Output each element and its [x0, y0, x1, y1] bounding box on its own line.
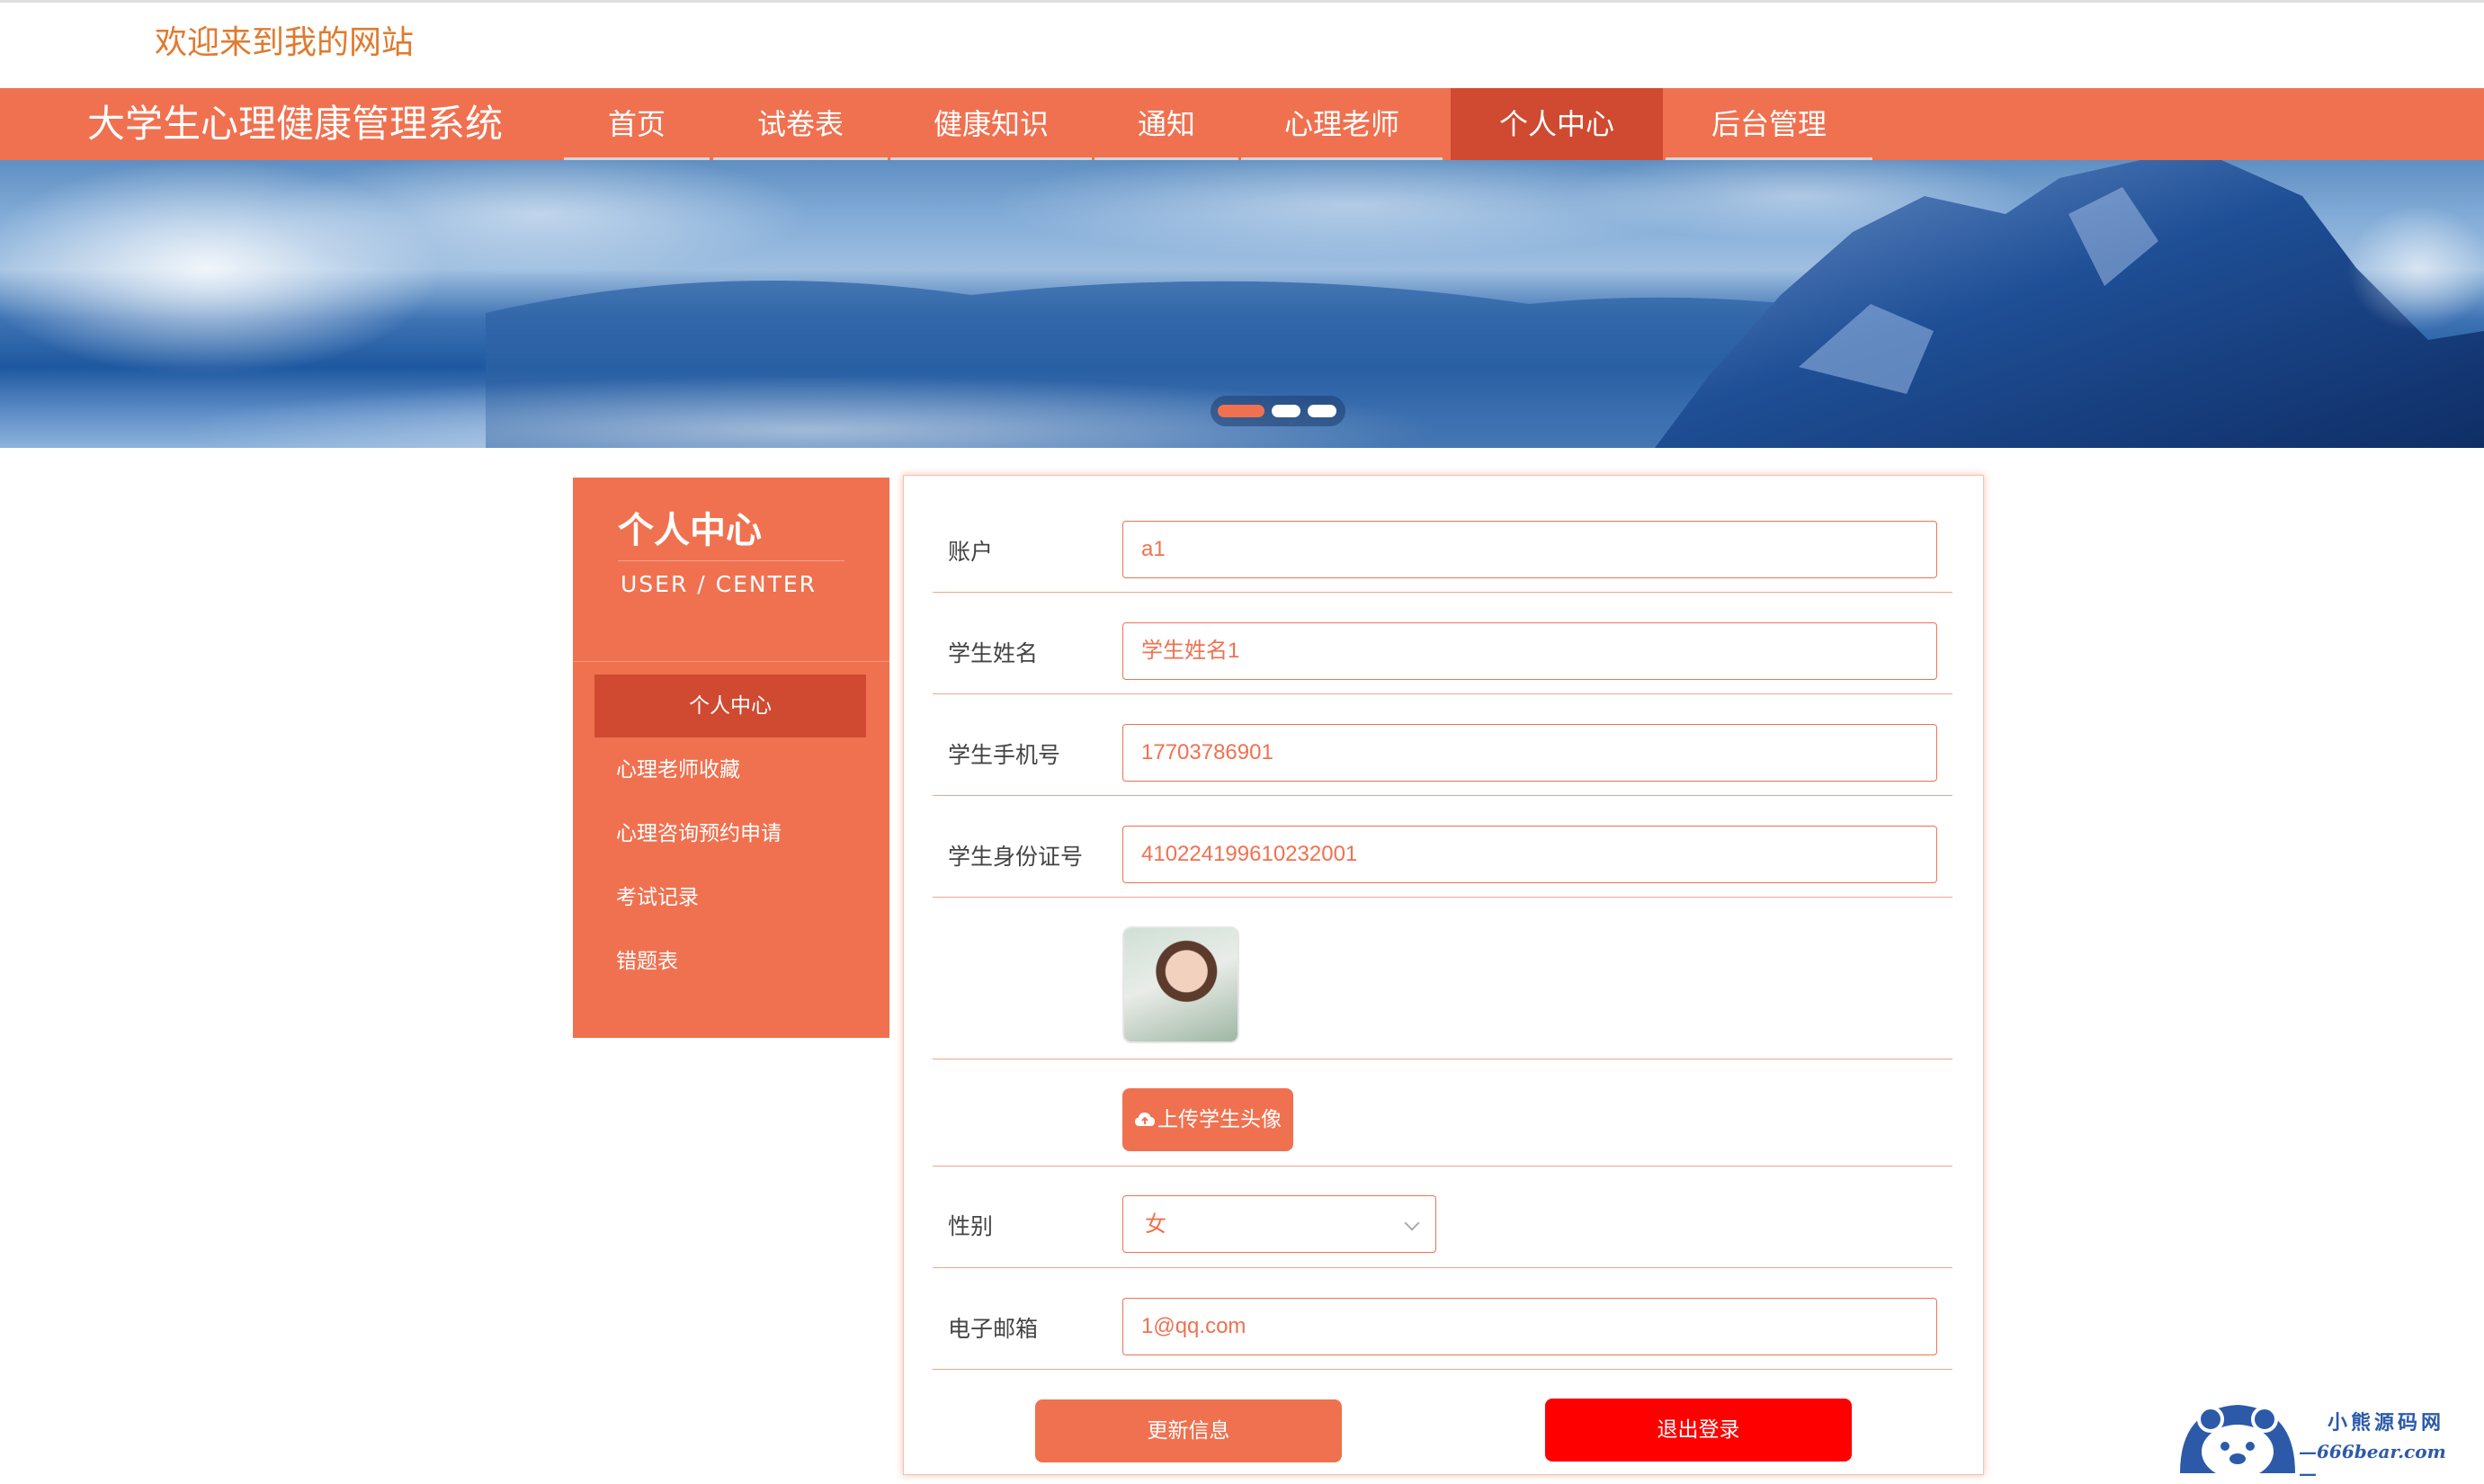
row-divider — [933, 1267, 1952, 1268]
row-divider — [933, 1166, 1952, 1167]
sidebar-title: 个人中心 — [618, 510, 762, 551]
nav-item-label: 后台管理 — [1711, 107, 1827, 141]
nav-item-papers[interactable]: 试卷表 — [713, 88, 888, 160]
sidebar: 个人中心 USER / CENTER 个人中心 心理老师收藏 心理咨询预约申请 … — [573, 478, 889, 1038]
row-divider — [933, 795, 1952, 796]
nav-item-health-knowledge[interactable]: 健康知识 — [890, 88, 1092, 160]
logout-button[interactable]: 退出登录 — [1545, 1399, 1852, 1462]
carousel-indicators — [1211, 396, 1345, 426]
gender-selected-value: 女 — [1145, 1211, 1166, 1237]
carousel-dot-2[interactable] — [1272, 405, 1300, 417]
sidebar-divider — [618, 560, 844, 561]
watermark-title: 小熊源码网 — [2328, 1412, 2445, 1435]
email-label: 电子邮箱 — [948, 1316, 1039, 1342]
nav-item-counselors[interactable]: 心理老师 — [1241, 88, 1443, 160]
cloud-upload-icon — [1135, 1113, 1155, 1126]
sidebar-separator — [573, 661, 889, 662]
account-label: 账户 — [948, 539, 994, 565]
nav-item-label: 通知 — [1137, 107, 1195, 141]
sidebar-item-label: 心理老师收藏 — [616, 758, 740, 782]
nav-item-notice[interactable]: 通知 — [1095, 88, 1238, 160]
student-phone-label: 学生手机号 — [948, 742, 1061, 768]
sidebar-item-label: 心理咨询预约申请 — [616, 822, 782, 845]
bear-logo-icon — [2180, 1405, 2295, 1473]
carousel-dot-3[interactable] — [1308, 405, 1336, 417]
student-id-input[interactable]: 410224199610232001 — [1122, 826, 1937, 883]
banner-carousel — [0, 160, 2484, 448]
carousel-dot-1[interactable] — [1218, 405, 1264, 417]
row-divider — [933, 592, 1952, 593]
main-navbar: 大学生心理健康管理系统 首页 试卷表 健康知识 通知 心理老师 个人中心 后台管… — [0, 88, 2484, 160]
nav-item-label: 首页 — [607, 107, 666, 141]
gender-select[interactable]: 女 — [1122, 1195, 1436, 1253]
sidebar-item-wrong-questions[interactable]: 错题表 — [594, 930, 866, 993]
sidebar-item-counselor-favorites[interactable]: 心理老师收藏 — [594, 738, 866, 801]
sidebar-item-label: 错题表 — [616, 950, 678, 973]
site-title: 大学生心理健康管理系统 — [87, 102, 504, 146]
nav-item-label: 健康知识 — [933, 107, 1049, 141]
sidebar-item-appointments[interactable]: 心理咨询预约申请 — [594, 802, 866, 865]
student-name-label: 学生姓名 — [948, 640, 1039, 666]
account-input[interactable]: a1 — [1122, 521, 1937, 578]
sidebar-item-user-center[interactable]: 个人中心 — [594, 675, 866, 738]
gender-label: 性别 — [948, 1213, 994, 1239]
student-phone-input[interactable]: 17703786901 — [1122, 724, 1937, 782]
watermark-logo: 小熊源码网 —666bear.com— — [2175, 1392, 2462, 1484]
watermark-url-text: 666bear.com — [2317, 1441, 2446, 1462]
sidebar-item-label: 考试记录 — [616, 886, 699, 909]
nav-item-label: 心理老师 — [1283, 107, 1399, 141]
top-border — [0, 0, 2484, 3]
student-name-input[interactable]: 学生姓名1 — [1122, 622, 1937, 680]
sidebar-item-exam-records[interactable]: 考试记录 — [594, 866, 866, 929]
upload-avatar-button[interactable]: 上传学生头像 — [1122, 1088, 1293, 1151]
nav-item-label: 试卷表 — [756, 107, 844, 141]
upload-avatar-label: 上传学生头像 — [1157, 1108, 1282, 1131]
row-divider — [933, 897, 1952, 898]
nav-item-home[interactable]: 首页 — [564, 88, 710, 160]
student-avatar — [1122, 926, 1239, 1043]
update-info-button[interactable]: 更新信息 — [1035, 1399, 1342, 1462]
welcome-text: 欢迎来到我的网站 — [155, 24, 415, 61]
nav-item-label: 个人中心 — [1498, 107, 1614, 141]
nav-item-admin[interactable]: 后台管理 — [1666, 88, 1872, 160]
nav-item-user-center[interactable]: 个人中心 — [1451, 88, 1663, 160]
sidebar-item-label: 个人中心 — [689, 694, 772, 718]
sidebar-subtitle: USER / CENTER — [621, 571, 818, 597]
watermark-url: —666bear.com— — [2299, 1441, 2446, 1484]
student-id-label: 学生身份证号 — [948, 844, 1084, 870]
row-divider — [933, 1369, 1952, 1370]
chevron-down-icon — [1404, 1215, 1420, 1231]
email-input[interactable]: 1@qq.com — [1122, 1298, 1937, 1355]
row-divider — [933, 693, 1952, 694]
